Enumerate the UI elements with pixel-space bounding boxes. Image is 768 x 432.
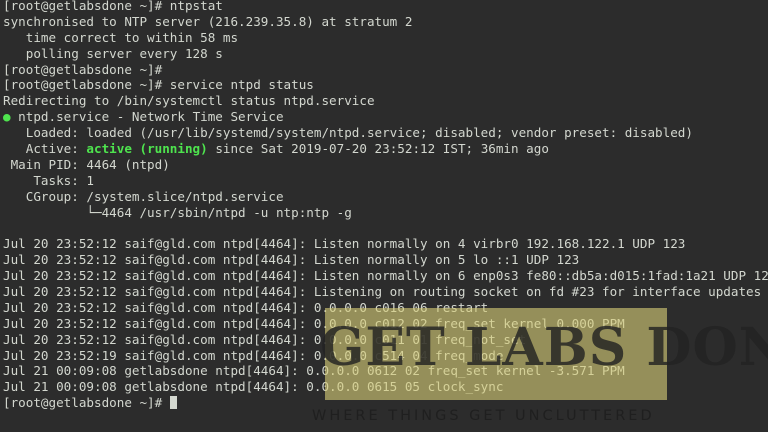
tasks-line: Tasks: 1 <box>3 172 94 188</box>
loaded-line: Loaded: loaded (/usr/lib/systemd/system/… <box>3 125 693 141</box>
status-dot-icon: ● <box>3 109 11 125</box>
watermark-logo: GET LABS DONE <box>320 317 768 378</box>
watermark-tagline: WHERE THINGS GET UNCLUTTERED <box>312 408 655 424</box>
log-line: Jul 20 23:52:12 saif@gld.com ntpd[4464]:… <box>3 252 580 268</box>
prompt-line: [root@getlabsdone ~]# <box>3 61 163 77</box>
active-state: active (running) <box>86 141 208 157</box>
output-line: polling server every 128 s <box>3 45 223 61</box>
service-name: ntpd.service - Network Time Service <box>10 109 284 125</box>
terminal-window[interactable]: [root@getlabsdone ~]# ntpstat synchronis… <box>0 0 768 432</box>
output-line: synchronised to NTP server (216.239.35.8… <box>3 13 413 29</box>
prompt-line: [root@getlabsdone ~]# ntpstat <box>3 0 223 13</box>
active-line: Active: active (running) since Sat 2019-… <box>3 141 768 157</box>
service-header-line: ● ntpd.service - Network Time Service <box>3 109 768 125</box>
main-pid-line: Main PID: 4464 (ntpd) <box>3 156 170 172</box>
active-label: Active: <box>3 141 87 157</box>
output-line: Redirecting to /bin/systemctl status ntp… <box>3 93 375 109</box>
active-since: since Sat 2019-07-20 23:52:12 IST; 36min… <box>207 141 549 157</box>
text-cursor <box>169 396 177 410</box>
cgroup-line: CGroup: /system.slice/ntpd.service <box>3 188 284 204</box>
log-line: Jul 20 23:52:12 saif@gld.com ntpd[4464]:… <box>3 236 686 252</box>
log-line: Jul 20 23:52:12 saif@gld.com ntpd[4464]:… <box>3 284 762 300</box>
log-line: Jul 20 23:52:12 saif@gld.com ntpd[4464]:… <box>3 268 768 284</box>
output-line: time correct to within 58 ms <box>3 29 239 45</box>
cgroup-process-line: └─4464 /usr/sbin/ntpd -u ntp:ntp -g <box>3 204 352 220</box>
prompt-line: [root@getlabsdone ~]# service ntpd statu… <box>3 77 314 93</box>
prompt-text: [root@getlabsdone ~]# <box>3 395 170 411</box>
